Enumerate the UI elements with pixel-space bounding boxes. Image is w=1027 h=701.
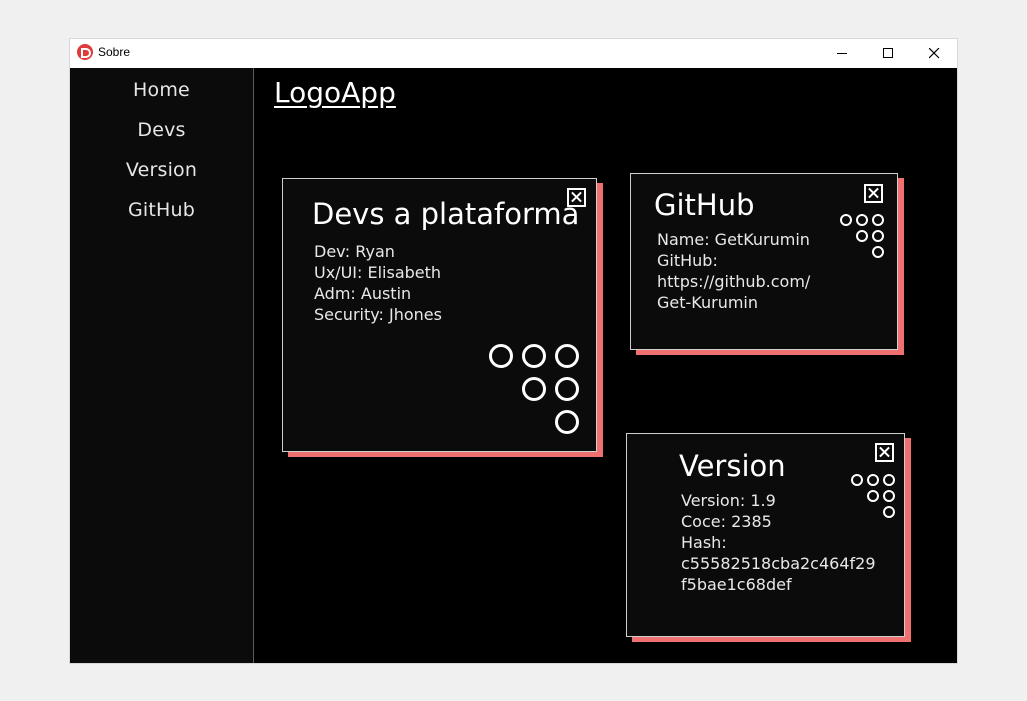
sidebar-item-github[interactable]: GitHub bbox=[70, 199, 253, 221]
card-close-icon[interactable] bbox=[864, 184, 883, 203]
logo-link[interactable]: LogoApp bbox=[274, 76, 396, 109]
dots-pattern-icon bbox=[489, 344, 579, 434]
devs-card: Devs a plataforma Dev: Ryan Ux/UI: Elisa… bbox=[282, 178, 597, 452]
maximize-button[interactable] bbox=[866, 39, 912, 68]
github-card-body: Name: GetKurumin GitHub: https://github.… bbox=[657, 229, 810, 313]
devs-line: Ux/UI: Elisabeth bbox=[314, 263, 442, 282]
version-line: Version: 1.9 bbox=[681, 491, 776, 510]
devs-line: Security: Jhones bbox=[314, 305, 442, 324]
sidebar-item-devs[interactable]: Devs bbox=[70, 119, 253, 141]
devs-card-title: Devs a plataforma bbox=[312, 197, 580, 231]
sidebar-item-version[interactable]: Version bbox=[70, 159, 253, 181]
title-bar[interactable]: Sobre bbox=[70, 39, 957, 68]
version-line: Hash: bbox=[681, 533, 727, 552]
version-card-title: Version bbox=[679, 449, 786, 483]
close-icon bbox=[929, 48, 940, 59]
card-close-icon[interactable] bbox=[567, 188, 586, 207]
github-line[interactable]: Get-Kurumin bbox=[657, 292, 810, 313]
minimize-icon bbox=[837, 53, 847, 54]
version-line: Coce: 2385 bbox=[681, 512, 772, 531]
devs-line: Dev: Ryan bbox=[314, 242, 395, 261]
github-line[interactable]: https://github.com/ bbox=[657, 271, 810, 292]
card-close-icon[interactable] bbox=[875, 443, 894, 462]
devs-line: Adm: Austin bbox=[314, 284, 412, 303]
devs-card-body: Dev: Ryan Ux/UI: Elisabeth Adm: Austin S… bbox=[314, 241, 442, 325]
maximize-icon bbox=[883, 48, 893, 58]
github-line: GitHub: bbox=[657, 251, 718, 270]
version-card: Version Version: 1.9 Coce: 2385 Hash: c5… bbox=[626, 433, 905, 637]
github-line: Name: GetKurumin bbox=[657, 230, 810, 249]
window-title: Sobre bbox=[98, 45, 131, 59]
dots-pattern-icon bbox=[840, 214, 884, 258]
github-card-title: GitHub bbox=[654, 188, 755, 222]
app-window: Sobre Home Devs Version GitHub LogoApp D… bbox=[70, 39, 957, 663]
version-line: c55582518cba2c464f29 bbox=[681, 554, 876, 573]
sidebar: Home Devs Version GitHub bbox=[70, 68, 254, 663]
minimize-button[interactable] bbox=[820, 39, 866, 68]
version-line: f5bae1c68def bbox=[681, 575, 792, 594]
version-card-body: Version: 1.9 Coce: 2385 Hash: c55582518c… bbox=[681, 490, 876, 595]
github-card: GitHub Name: GetKurumin GitHub: https://… bbox=[630, 173, 898, 350]
app-icon bbox=[77, 44, 93, 60]
close-button[interactable] bbox=[912, 39, 958, 68]
sidebar-item-home[interactable]: Home bbox=[70, 79, 253, 101]
dots-pattern-icon bbox=[851, 474, 895, 518]
